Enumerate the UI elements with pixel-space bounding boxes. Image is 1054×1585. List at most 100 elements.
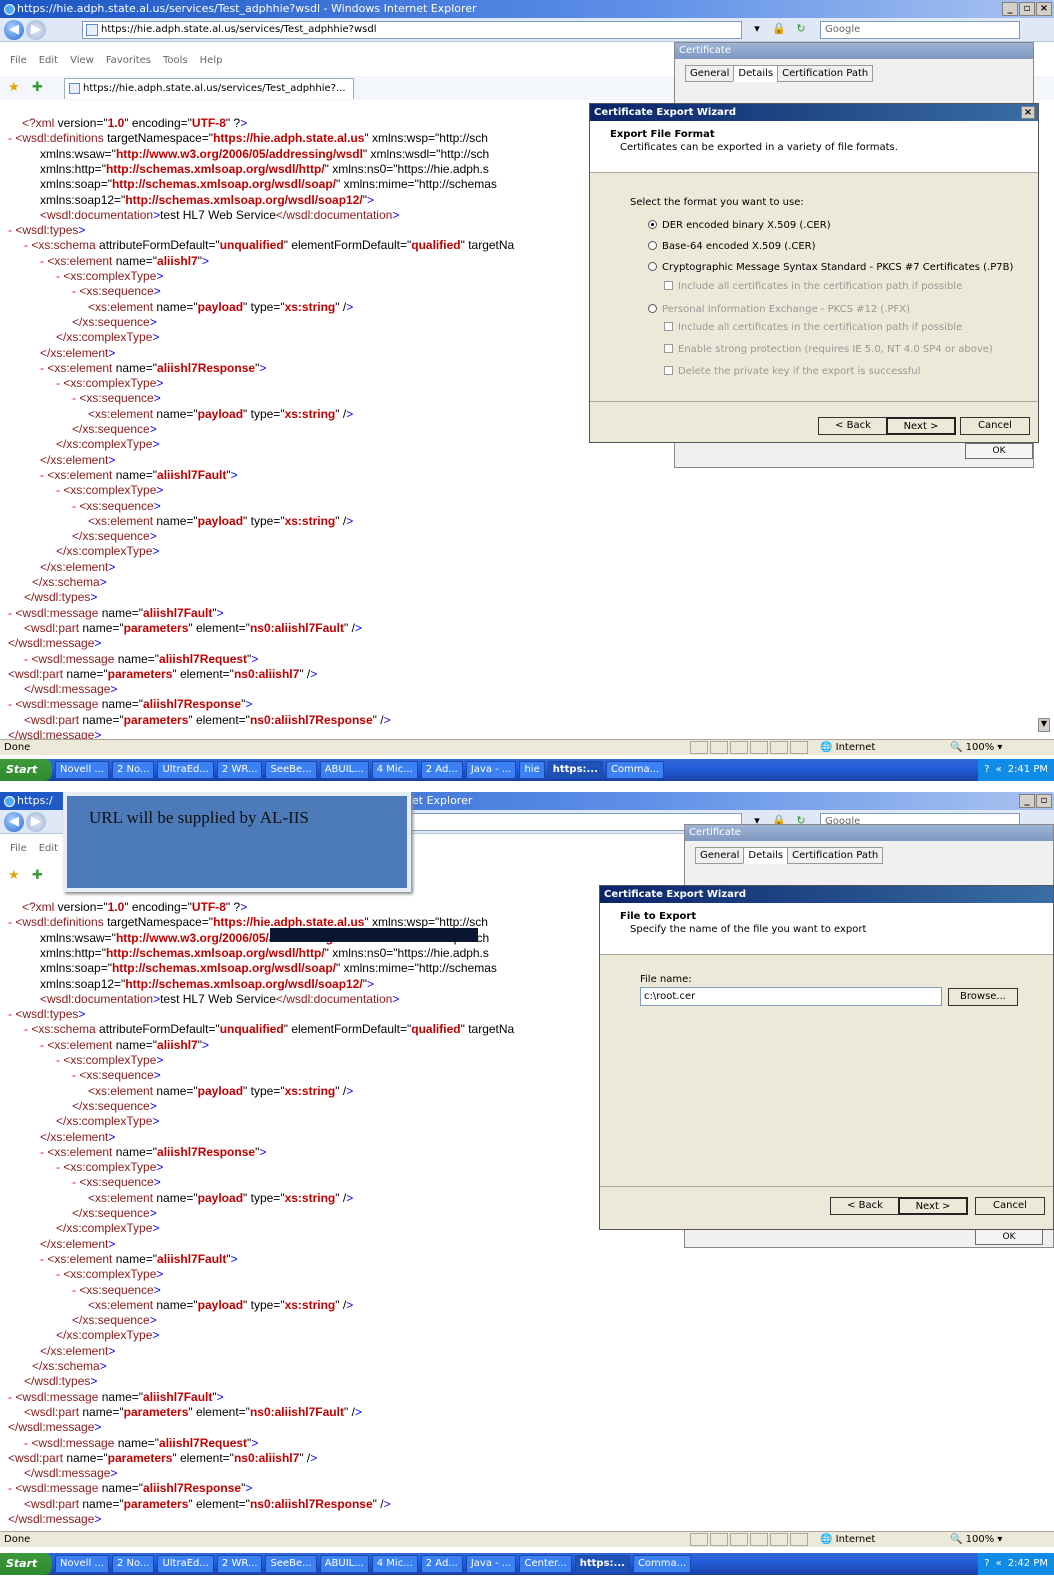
checkbox-include-all-p7b[interactable]: Include all certificates in the certific… bbox=[664, 281, 962, 292]
zoom-level[interactable]: 🔍 100% ▾ bbox=[950, 1532, 1002, 1547]
zoom-level[interactable]: 🔍 100% ▾ bbox=[950, 740, 1002, 755]
start-button[interactable]: Start bbox=[0, 1553, 52, 1575]
menu-file[interactable]: File bbox=[10, 55, 27, 71]
taskbar-item[interactable]: Java - ... bbox=[465, 1555, 517, 1573]
checkbox-box[interactable] bbox=[664, 322, 673, 331]
checkbox-include-all-pfx[interactable]: Include all certificates in the certific… bbox=[664, 322, 962, 333]
checkbox-strong-protection[interactable]: Enable strong protection (requires IE 5.… bbox=[664, 344, 993, 355]
tab-certification-path[interactable]: Certification Path bbox=[787, 847, 884, 864]
checkbox-delete-key[interactable]: Delete the private key if the export is … bbox=[664, 366, 920, 377]
taskbar-item-active[interactable]: https:... bbox=[547, 761, 603, 779]
radio-der[interactable] bbox=[648, 220, 657, 229]
tray-expand-icon[interactable]: « bbox=[996, 759, 1002, 781]
file-name-input[interactable]: c:\root.cer bbox=[640, 987, 942, 1006]
menu-favorites[interactable]: Favorites bbox=[106, 55, 151, 71]
option-der[interactable]: DER encoded binary X.509 (.CER) bbox=[648, 220, 831, 231]
taskbar-item[interactable]: ABUIL... bbox=[319, 1555, 369, 1573]
menu-help[interactable]: Help bbox=[200, 55, 223, 71]
refresh-icon[interactable]: ↻ bbox=[792, 21, 810, 37]
taskbar-item-active[interactable]: https:... bbox=[574, 1555, 630, 1573]
minimize-button[interactable]: _ bbox=[1002, 2, 1018, 16]
option-pkcs7[interactable]: Cryptographic Message Syntax Standard - … bbox=[648, 262, 1013, 273]
annotation-callout: URL will be supplied by AL-IIS bbox=[63, 792, 411, 892]
taskbar-item[interactable]: 4 Mic... bbox=[371, 761, 418, 779]
search-input[interactable]: Google bbox=[820, 21, 1020, 39]
taskbar-item[interactable]: 2 No... bbox=[111, 761, 155, 779]
radio-pfx[interactable] bbox=[648, 304, 657, 313]
taskbar-item[interactable]: ABUIL... bbox=[319, 761, 369, 779]
xml-line: xmlns:wsaw="http://www.w3.org/2006/05/ad… bbox=[40, 146, 490, 161]
taskbar-item[interactable]: 4 Mic... bbox=[371, 1555, 418, 1573]
taskbar-item[interactable]: Novell ... bbox=[55, 761, 109, 779]
taskbar-item[interactable]: hie bbox=[519, 761, 545, 779]
checkbox-box[interactable] bbox=[664, 366, 673, 375]
maximize-button[interactable]: ▫ bbox=[1036, 794, 1052, 808]
back-icon[interactable]: ◀ bbox=[4, 812, 24, 832]
add-favorites-icon[interactable]: ✚ bbox=[32, 80, 43, 95]
taskbar-item[interactable]: Comma... bbox=[632, 1555, 692, 1573]
back-button[interactable]: < Back bbox=[830, 1197, 900, 1215]
back-button[interactable]: < Back bbox=[818, 417, 888, 435]
dropdown-icon[interactable]: ▾ bbox=[748, 21, 766, 37]
taskbar-item[interactable]: 2 No... bbox=[111, 1555, 155, 1573]
taskbar-item[interactable]: UltraEd... bbox=[157, 1555, 214, 1573]
taskbar-item[interactable]: 2 Ad... bbox=[420, 761, 463, 779]
menu-view[interactable]: View bbox=[70, 55, 94, 71]
taskbar-item[interactable]: 2 WR... bbox=[216, 761, 263, 779]
menu-edit[interactable]: Edit bbox=[39, 843, 58, 859]
checkbox-box[interactable] bbox=[664, 344, 673, 353]
tray-expand-icon[interactable]: « bbox=[996, 1553, 1002, 1575]
minimize-button[interactable]: _ bbox=[1019, 794, 1035, 808]
cancel-button[interactable]: Cancel bbox=[975, 1197, 1045, 1215]
wizard-close-icon[interactable]: × bbox=[1021, 106, 1035, 119]
browse-button[interactable]: Browse... bbox=[948, 988, 1018, 1006]
next-button[interactable]: Next > bbox=[898, 1197, 968, 1215]
option-base64[interactable]: Base-64 encoded X.509 (.CER) bbox=[648, 241, 816, 252]
certificate-ok-button[interactable]: OK bbox=[975, 1229, 1043, 1245]
taskbar-item[interactable]: SeeBe... bbox=[265, 1555, 317, 1573]
taskbar-item[interactable]: Novell ... bbox=[55, 1555, 109, 1573]
browser-tab[interactable]: https://hie.adph.state.al.us/services/Te… bbox=[64, 78, 354, 99]
cancel-button[interactable]: Cancel bbox=[960, 417, 1030, 435]
address-bar[interactable]: https://hie.adph.state.al.us/services/Te… bbox=[82, 21, 742, 39]
certificate-ok-button[interactable]: OK bbox=[965, 443, 1033, 459]
menu-tools[interactable]: Tools bbox=[163, 55, 188, 71]
taskbar: Start Novell ... 2 No... UltraEd... 2 WR… bbox=[0, 759, 1054, 781]
forward-icon[interactable]: ▶ bbox=[26, 20, 46, 40]
menu-edit[interactable]: Edit bbox=[39, 55, 58, 71]
tab-general[interactable]: General bbox=[685, 65, 735, 82]
lock-icon[interactable]: 🔒 bbox=[770, 21, 788, 37]
taskbar-item[interactable]: Java - ... bbox=[465, 761, 517, 779]
taskbar-item[interactable]: UltraEd... bbox=[157, 761, 214, 779]
tab-details[interactable]: Details bbox=[733, 65, 779, 82]
checkbox-box[interactable] bbox=[664, 281, 673, 290]
scroll-down-icon[interactable]: ▼ bbox=[1038, 718, 1050, 732]
option-pfx[interactable]: Personal Information Exchange - PKCS #12… bbox=[648, 304, 910, 315]
favorites-star-icon[interactable]: ★ bbox=[8, 80, 20, 95]
menu-bar: File Edit bbox=[0, 843, 58, 859]
xml-line: </xs:complexType> bbox=[56, 1328, 160, 1343]
tab-certification-path[interactable]: Certification Path bbox=[777, 65, 874, 82]
tab-details[interactable]: Details bbox=[743, 847, 789, 864]
taskbar-item[interactable]: Comma... bbox=[605, 761, 665, 779]
close-button[interactable]: × bbox=[1036, 2, 1052, 16]
taskbar-item[interactable]: 2 Ad... bbox=[420, 1555, 463, 1573]
help-icon[interactable]: ? bbox=[984, 1553, 989, 1575]
taskbar-item[interactable]: Center... bbox=[519, 1555, 572, 1573]
menu-file[interactable]: File bbox=[10, 843, 27, 859]
radio-base64[interactable] bbox=[648, 241, 657, 250]
radio-pkcs7[interactable] bbox=[648, 262, 657, 271]
taskbar-item[interactable]: 2 WR... bbox=[216, 1555, 263, 1573]
start-button[interactable]: Start bbox=[0, 759, 52, 781]
maximize-button[interactable]: ▫ bbox=[1019, 2, 1035, 16]
xml-line: <xs:element name="payload" type="xs:stri… bbox=[88, 1083, 354, 1098]
forward-icon[interactable]: ▶ bbox=[26, 812, 46, 832]
screenshot-bottom: https:/ et Explorer _▫ ◀ ▶ ▾🔒↻✕ Google F… bbox=[0, 792, 1054, 1585]
favorites-star-icon[interactable]: ★ bbox=[8, 868, 20, 883]
help-icon[interactable]: ? bbox=[984, 759, 989, 781]
taskbar-item[interactable]: SeeBe... bbox=[265, 761, 317, 779]
back-icon[interactable]: ◀ bbox=[4, 20, 24, 40]
add-favorites-icon[interactable]: ✚ bbox=[32, 868, 43, 883]
tab-general[interactable]: General bbox=[695, 847, 745, 864]
next-button[interactable]: Next > bbox=[886, 417, 956, 435]
